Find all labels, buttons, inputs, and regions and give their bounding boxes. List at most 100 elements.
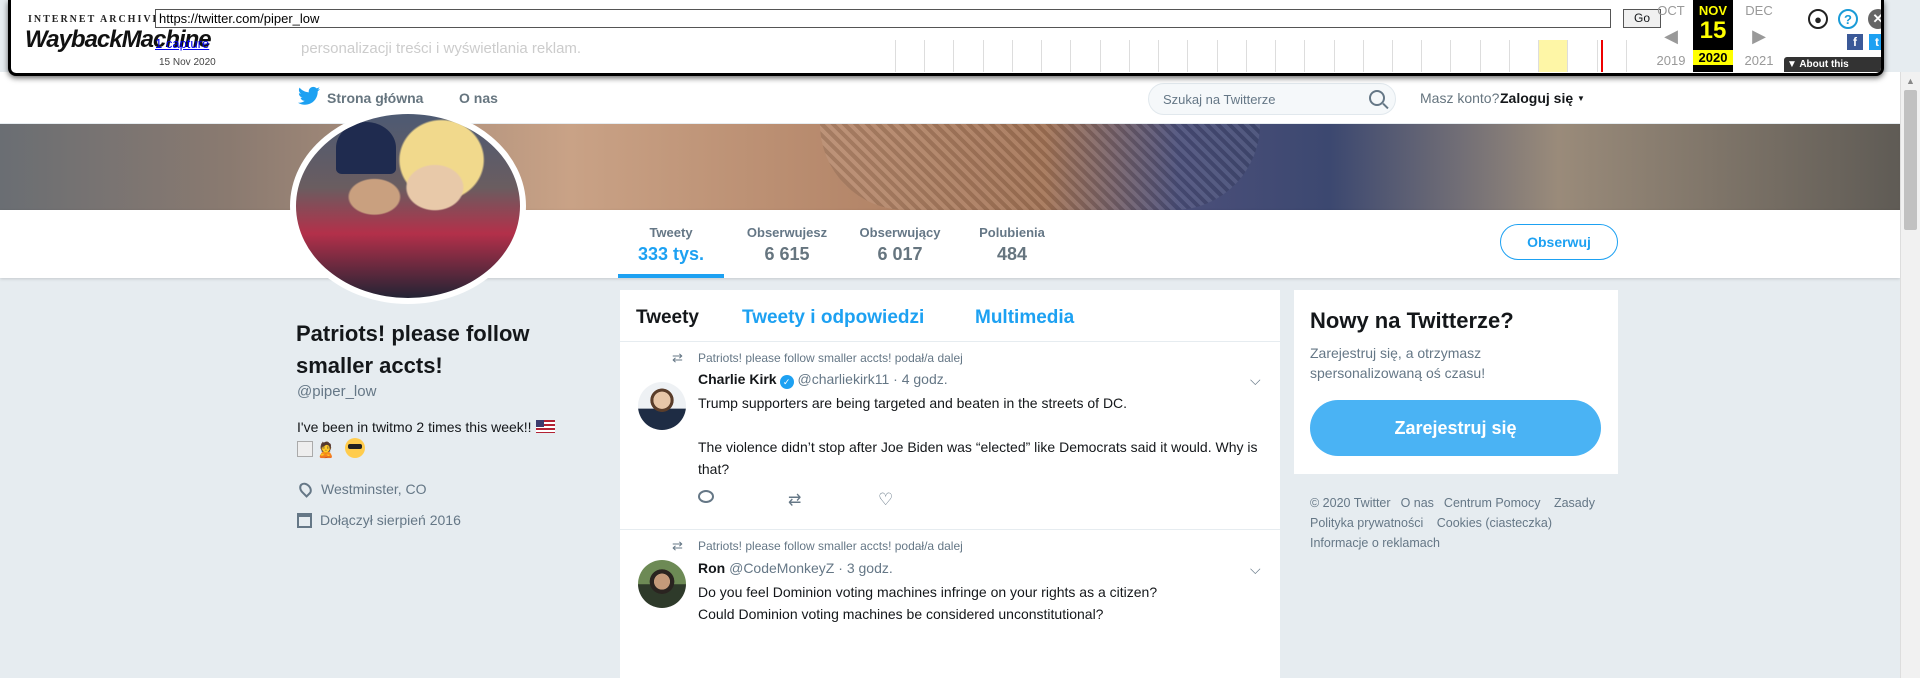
timeline-month-cell[interactable] (1538, 40, 1568, 72)
next-year-label[interactable]: 2021 (1739, 53, 1779, 68)
timeline-month-cell[interactable] (1567, 40, 1596, 72)
timeline-month-cell[interactable] (1041, 40, 1070, 72)
person-emoji-icon: 🙎 (316, 442, 336, 459)
prev-month-label[interactable]: OCT (1651, 3, 1691, 18)
wayback-url-input[interactable]: https://twitter.com/piper_low (155, 9, 1611, 28)
tweet-author-handle[interactable]: @charliekirk11 (797, 371, 889, 387)
twitter-bird-icon[interactable] (298, 86, 320, 106)
join-date-text: Dołączył sierpień 2016 (320, 512, 461, 528)
chevron-down-icon[interactable]: ⌵ (1250, 561, 1261, 578)
nav-about-link[interactable]: O nas (459, 90, 498, 106)
follow-button[interactable]: Obserwuj (1500, 224, 1618, 260)
timeline-month-cell[interactable] (1450, 40, 1479, 72)
prev-year-label[interactable]: 2019 (1651, 53, 1691, 68)
profile-avatar[interactable] (290, 108, 526, 304)
next-month-label[interactable]: DEC (1739, 3, 1779, 18)
login-link[interactable]: Zaloguj się (1500, 90, 1573, 106)
tab-media[interactable]: Multimedia (975, 307, 1074, 329)
search-input[interactable]: Szukaj na Twitterze (1148, 83, 1396, 115)
timeline-month-cell[interactable] (1099, 40, 1129, 72)
timeline-month-cell[interactable] (1421, 40, 1450, 72)
footer-link-privacy[interactable]: Polityka prywatności (1310, 513, 1423, 533)
tweet-text: Do you feel Dominion voting machines inf… (698, 584, 1158, 622)
tweet-avatar[interactable] (638, 560, 686, 608)
prev-arrow-icon[interactable]: ◀ (1651, 26, 1691, 47)
timeline-month-cell[interactable] (1362, 40, 1392, 72)
tweet-author-handle[interactable]: @CodeMonkeyZ (729, 560, 834, 576)
timeline-month-cell[interactable] (1333, 40, 1363, 72)
tweet-avatar[interactable] (638, 382, 686, 430)
nav-home-link[interactable]: Strona główna (327, 90, 423, 106)
location-pin-icon (296, 480, 315, 498)
timeline-month-cell[interactable] (1275, 40, 1304, 72)
retweet-context: Patriots! please follow smaller accts! p… (698, 351, 963, 365)
footer-link-cookies[interactable]: Cookies (ciasteczka) (1437, 513, 1552, 533)
user-icon[interactable]: ● (1808, 9, 1828, 29)
timeline-month-cell[interactable] (1128, 40, 1158, 72)
signup-button[interactable]: Zarejestruj się (1310, 400, 1601, 456)
stat-tweets[interactable]: Tweety 333 tys. (618, 225, 724, 265)
stat-followers[interactable]: Obserwujący 6 017 (850, 225, 950, 265)
footer-link-about[interactable]: O nas (1401, 493, 1434, 513)
facebook-icon[interactable]: f (1847, 34, 1863, 50)
twitter-share-icon[interactable]: t (1869, 34, 1881, 50)
timeline-month-cell[interactable] (895, 40, 924, 72)
stat-label: Tweety (649, 225, 693, 240)
close-icon[interactable]: ✕ (1868, 9, 1881, 29)
stat-label: Polubienia (979, 225, 1045, 240)
help-icon[interactable]: ? (1838, 9, 1858, 29)
timeline-month-cell[interactable] (1479, 40, 1509, 72)
captures-link[interactable]: 1 capture (155, 36, 209, 51)
stat-following[interactable]: Obserwujesz 6 615 (732, 225, 842, 265)
timeline-month-cell[interactable] (1304, 40, 1333, 72)
timeline-month-cell[interactable] (982, 40, 1012, 72)
tweet[interactable]: ⇄ Patriots! please follow smaller accts!… (620, 530, 1280, 678)
capture-date: 15 Nov 2020 (159, 57, 216, 68)
timeline-month-cell[interactable] (953, 40, 982, 72)
timeline-month-cell[interactable] (1508, 40, 1538, 72)
stat-likes[interactable]: Polubienia 484 (970, 225, 1054, 265)
capture-timeline[interactable] (895, 40, 1655, 72)
footer-link-terms[interactable]: Zasady (1554, 493, 1595, 513)
tab-tweets-replies[interactable]: Tweety i odpowiedzi (742, 307, 924, 329)
current-capture-date: NOV 15 2020 (1693, 0, 1733, 72)
scrollbar-thumb[interactable] (1904, 90, 1917, 230)
us-flag-icon (535, 420, 555, 433)
chevron-down-icon[interactable]: ▼ (1577, 94, 1585, 103)
scroll-up-icon[interactable]: ▲ (1906, 76, 1915, 86)
page-scrollbar[interactable]: ▲ (1900, 72, 1920, 678)
search-icon[interactable] (1369, 90, 1385, 106)
tweet-timestamp[interactable]: · 4 godz. (893, 371, 947, 387)
timeline-month-cell[interactable] (1070, 40, 1099, 72)
heart-icon: ♡ (878, 490, 894, 509)
footer-link-ads[interactable]: Informacje o reklamach (1310, 533, 1440, 553)
calendar-icon (297, 512, 312, 528)
tab-tweets[interactable]: Tweety (636, 307, 699, 329)
timeline-month-cell[interactable] (1245, 40, 1275, 72)
signup-description: Zarejestruj się, a otrzymasz spersonaliz… (1310, 345, 1486, 381)
verified-badge-icon: ✓ (779, 375, 794, 389)
tweet-author-name[interactable]: Charlie Kirk (698, 371, 777, 387)
timeline-month-cell[interactable] (924, 40, 953, 72)
next-arrow-icon[interactable]: ▶ (1739, 26, 1779, 47)
timeline-tabs: Tweety Tweety i odpowiedzi Multimedia (620, 290, 1280, 342)
timeline-month-cell[interactable] (1187, 40, 1216, 72)
search-placeholder: Szukaj na Twitterze (1163, 92, 1276, 107)
timeline-month-cell[interactable] (1391, 40, 1421, 72)
retweet-button[interactable]: ⇄ (788, 490, 878, 510)
timeline-month-cell[interactable] (1216, 40, 1246, 72)
like-button[interactable]: ♡ (878, 490, 968, 510)
tweet[interactable]: ⇄ Patriots! please follow smaller accts!… (620, 342, 1280, 530)
reply-button[interactable] (698, 490, 788, 510)
about-capture-button[interactable]: ▼ About this capture (1784, 57, 1881, 72)
profile-handle[interactable]: @piper_low (297, 383, 376, 400)
timeline-month-cell[interactable] (1011, 40, 1041, 72)
chevron-down-icon[interactable]: ⌵ (1250, 372, 1261, 389)
current-month: NOV (1698, 3, 1728, 18)
footer-link-help[interactable]: Centrum Pomocy (1444, 493, 1541, 513)
tweet-timestamp[interactable]: · 3 godz. (838, 560, 892, 576)
tweet-author-name[interactable]: Ron (698, 560, 725, 576)
timeline-month-cell[interactable] (1158, 40, 1187, 72)
top-navigation: Strona główna O nas Szukaj na Twitterze … (0, 72, 1900, 124)
profile-name[interactable]: Patriots! please follow smaller accts! (296, 318, 596, 382)
